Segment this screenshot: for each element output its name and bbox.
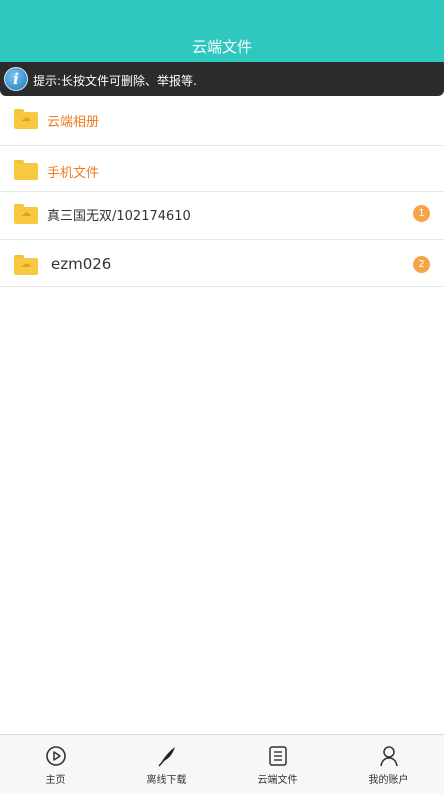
tab-label: 云端文件 (257, 775, 298, 786)
folder-cloud-album-icon: ☁ (14, 109, 38, 129)
play-circle-icon (45, 746, 66, 766)
tab-home[interactable]: 主页 (0, 735, 111, 795)
user-icon (379, 746, 398, 767)
tip-text: 提示:长按文件可删除、举报等. (33, 74, 197, 88)
page-title: 云端文件 (191, 38, 252, 56)
info-icon: i (4, 67, 28, 91)
tab-offline-download[interactable]: 离线下载 (111, 735, 222, 795)
tab-label: 我的账户 (368, 775, 409, 786)
list-doc-icon (268, 746, 287, 766)
folder-label: 手机文件 (47, 166, 100, 181)
bottom-tab-bar: 主页 离线下载 云端文件 我的账户 (0, 734, 444, 794)
file-label: ezm026 (51, 255, 112, 273)
folder-cloud-icon: ☁ (14, 255, 38, 275)
folder-phone-icon (14, 160, 38, 180)
feather-icon (157, 747, 175, 767)
folder-row-cloud-album[interactable]: ☁ 云端相册 (0, 96, 444, 146)
file-row[interactable]: ☁ ezm026 2 (0, 240, 444, 287)
tab-label: 离线下载 (146, 775, 187, 786)
header-bar: 云端文件 (0, 0, 444, 62)
file-label: 真三国无双/102174610 (47, 209, 191, 224)
tab-cloud-files[interactable]: 云端文件 (222, 735, 333, 795)
count-badge: 2 (413, 256, 430, 273)
folder-cloud-icon: ☁ (14, 204, 38, 224)
folder-label: 云端相册 (47, 115, 100, 130)
tab-label: 主页 (45, 775, 66, 786)
folder-row-phone-files[interactable]: 手机文件 (0, 146, 444, 192)
count-badge: 1 (413, 205, 430, 222)
tip-banner[interactable]: i 提示:长按文件可删除、举报等. (0, 62, 444, 96)
tab-my-account[interactable]: 我的账户 (333, 735, 444, 795)
file-row[interactable]: ☁ 真三国无双/102174610 1 (0, 192, 444, 240)
